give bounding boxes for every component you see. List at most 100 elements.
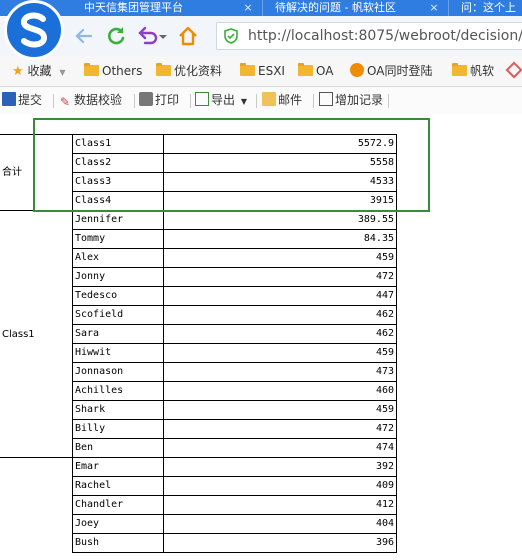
row-name-cell: Sara	[72, 325, 164, 344]
bookmark-overflow[interactable]	[505, 56, 522, 86]
row-name-cell: Chandler	[72, 496, 164, 515]
row-name-cell: Alex	[72, 249, 164, 268]
bookmark-label: 帆软	[470, 64, 495, 78]
refresh-icon[interactable]	[104, 24, 128, 48]
toolbar-divider	[190, 94, 191, 108]
class1-group-label: Class1	[0, 211, 72, 458]
row-name-cell: Tedesco	[72, 287, 164, 306]
add-record-label: 增加记录	[335, 93, 384, 107]
chevron-down-icon: ▼	[240, 97, 247, 106]
tab-question[interactable]: 问：这个上	[448, 0, 522, 16]
toolbar-divider	[256, 94, 257, 108]
cube-icon	[505, 61, 522, 79]
home-icon[interactable]	[176, 24, 200, 48]
print-label: 打印	[155, 93, 180, 107]
folder-icon	[240, 63, 255, 76]
row-name-cell: Jennifer	[72, 211, 164, 230]
bookmark-label: OA同时登陆	[367, 64, 433, 78]
export-label: 导出	[211, 93, 236, 107]
bookmark-fanruan[interactable]: 帆软	[452, 56, 494, 86]
row-name-cell: Joey	[72, 515, 164, 534]
back-arrow-icon[interactable]	[72, 24, 96, 48]
validate-label: 数据校验	[74, 93, 123, 107]
bookmark-youhua[interactable]: 优化资料	[156, 56, 222, 86]
row-name-cell: Billy	[72, 420, 164, 439]
bookmark-others[interactable]: Others	[84, 56, 142, 86]
export-button[interactable]: 导出 ▼	[195, 87, 247, 114]
address-text: http://localhost:8075/webroot/decision/v	[248, 28, 522, 44]
highlight-box	[33, 118, 430, 212]
row-name-cell: Rachel	[72, 477, 164, 496]
shield-icon	[223, 28, 239, 48]
row-value-cell: 84.35	[163, 230, 397, 249]
print-button[interactable]: 打印	[139, 87, 179, 114]
chevron-down-icon[interactable]	[157, 24, 169, 48]
validate-button[interactable]: ✎ 数据校验	[58, 87, 122, 114]
tab-fanruan-community[interactable]: 待解决的问题 - 帆软社区 ×	[262, 0, 440, 16]
tab-zhongtianxin[interactable]: 中天信集团管理平台 ×	[84, 0, 254, 16]
mail-button[interactable]: 邮件	[262, 87, 302, 114]
browser-logo-icon[interactable]	[4, 0, 64, 60]
toolbar-divider	[53, 94, 54, 108]
mail-label: 邮件	[278, 93, 303, 107]
row-value-cell: 459	[163, 401, 397, 420]
chevron-down-icon: ▼	[59, 68, 66, 77]
row-value-cell: 460	[163, 382, 397, 401]
class2-group-label	[0, 458, 72, 560]
tab-title: 待解决的问题 - 帆软社区	[275, 1, 396, 14]
add-record-icon	[319, 92, 333, 106]
row-value-cell: 462	[163, 306, 397, 325]
export-icon	[195, 92, 209, 106]
row-value-cell: 459	[163, 249, 397, 268]
row-name-cell: Ben	[72, 439, 164, 458]
row-name-cell: Jonny	[72, 268, 164, 287]
print-icon	[139, 92, 153, 106]
close-icon[interactable]: ×	[428, 0, 440, 15]
bookmark-oa-login[interactable]: OA同时登陆	[350, 56, 432, 86]
oa-icon	[350, 63, 364, 77]
bookmark-label: Others	[102, 64, 143, 78]
tab-bar: 中天信集团管理平台 × 待解决的问题 - 帆软社区 × 问：这个上	[0, 0, 522, 16]
row-value-cell: 462	[163, 325, 397, 344]
folder-icon	[156, 63, 171, 76]
bookmark-label: 收藏	[27, 64, 52, 78]
row-value-cell: 396	[163, 534, 397, 553]
navigation-bar: http://localhost:8075/webroot/decision/v	[0, 16, 522, 56]
bookmarks-bar: ★ 收藏 ▼ Others 优化资料 ESXI OA OA同时登陆 帆软	[0, 56, 522, 87]
star-icon: ★	[12, 64, 24, 79]
row-value-cell: 404	[163, 515, 397, 534]
bookmark-label: ESXI	[258, 64, 285, 78]
row-value-cell: 409	[163, 477, 397, 496]
submit-button[interactable]: 提交	[2, 87, 42, 114]
row-value-cell: 447	[163, 287, 397, 306]
row-name-cell: Hiwwit	[72, 344, 164, 363]
row-value-cell: 474	[163, 439, 397, 458]
bookmark-favorites[interactable]: ★ 收藏 ▼	[12, 56, 65, 86]
row-name-cell: Jonnason	[72, 363, 164, 382]
check-icon: ✎	[59, 95, 71, 109]
save-icon	[2, 92, 16, 106]
folder-icon	[298, 63, 313, 76]
close-icon[interactable]: ×	[242, 0, 254, 15]
row-name-cell: Achilles	[72, 382, 164, 401]
tab-title: 中天信集团管理平台	[84, 1, 183, 14]
row-name-cell: Scofield	[72, 306, 164, 325]
submit-label: 提交	[18, 93, 43, 107]
toolbar-divider	[388, 94, 389, 108]
folder-icon	[84, 63, 99, 76]
row-value-cell: 472	[163, 420, 397, 439]
bookmark-esxi[interactable]: ESXI	[240, 56, 285, 86]
tab-title: 问：这个上	[461, 1, 516, 14]
row-value-cell: 459	[163, 344, 397, 363]
bookmark-oa[interactable]: OA	[298, 56, 333, 86]
row-value-cell: 392	[163, 458, 397, 477]
row-name-cell: Bush	[72, 534, 164, 553]
bookmark-label: 优化资料	[174, 64, 223, 78]
row-value-cell: 412	[163, 496, 397, 515]
row-value-cell: 473	[163, 363, 397, 382]
add-record-button[interactable]: 增加记录	[319, 87, 383, 114]
row-name-cell: Tommy	[72, 230, 164, 249]
folder-icon	[452, 63, 467, 76]
mail-icon	[262, 92, 276, 106]
row-value-cell: 389.55	[163, 211, 397, 230]
